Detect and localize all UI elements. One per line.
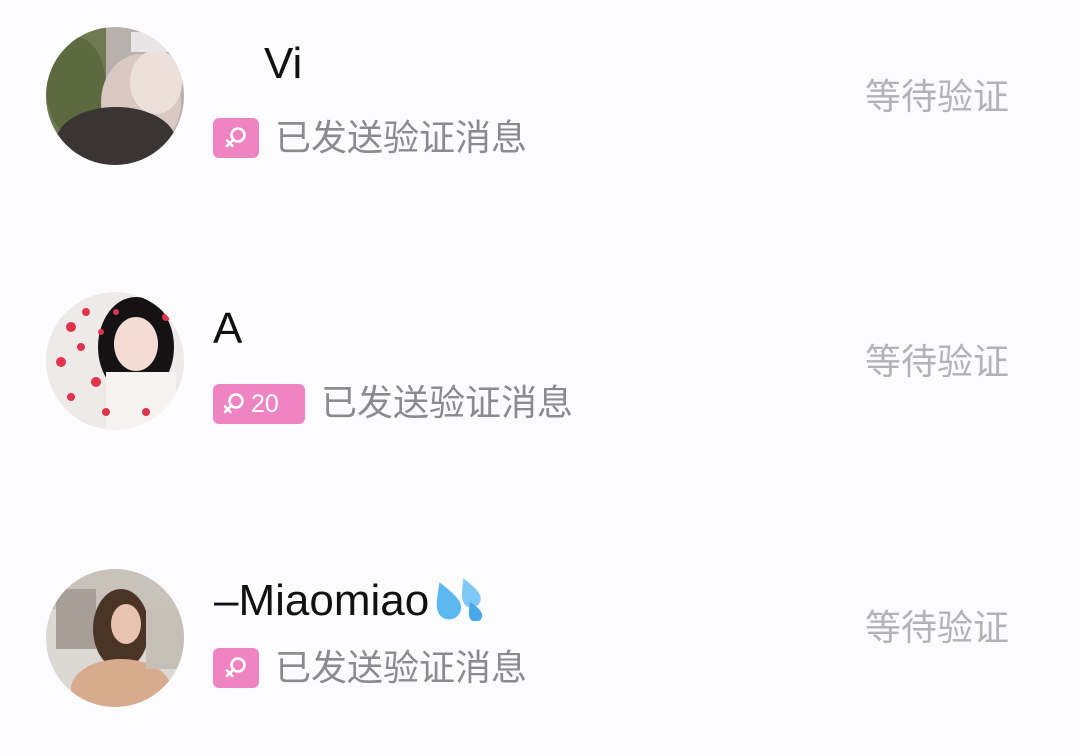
- verification-status: 等待验证: [865, 77, 1010, 118]
- female-icon: [225, 657, 246, 678]
- request-subtitle: 已发送验证消息: [275, 648, 528, 689]
- gender-age-badge: 20: [213, 384, 305, 424]
- avatar[interactable]: [46, 569, 184, 707]
- verification-status: 等待验证: [865, 342, 1010, 383]
- avatar[interactable]: [46, 292, 184, 430]
- age-label: 20: [251, 389, 279, 418]
- friend-request-list: Vi 已发送验证消息 等待验证 A 20 已发送验证消息 等待验证 –Miaom…: [0, 0, 1080, 756]
- verification-status: 等待验证: [865, 608, 1010, 649]
- gender-badge: [213, 118, 259, 158]
- friend-request-row[interactable]: A 20 已发送验证消息 等待验证: [0, 265, 1080, 465]
- sweat-droplets-icon: [431, 575, 487, 629]
- avatar[interactable]: [46, 27, 184, 165]
- female-icon: [223, 393, 244, 414]
- gender-badge: [213, 648, 259, 688]
- contact-name: Vi: [264, 39, 303, 88]
- friend-request-row[interactable]: –Miaomiao 已发送验证消息 等待验证: [0, 531, 1080, 731]
- request-subtitle: 已发送验证消息: [275, 118, 528, 159]
- contact-name: –Miaomiao: [214, 575, 487, 629]
- request-subtitle: 已发送验证消息: [321, 383, 574, 424]
- contact-name: A: [213, 304, 243, 353]
- female-icon: [225, 127, 246, 148]
- friend-request-row[interactable]: Vi 已发送验证消息 等待验证: [0, 0, 1080, 200]
